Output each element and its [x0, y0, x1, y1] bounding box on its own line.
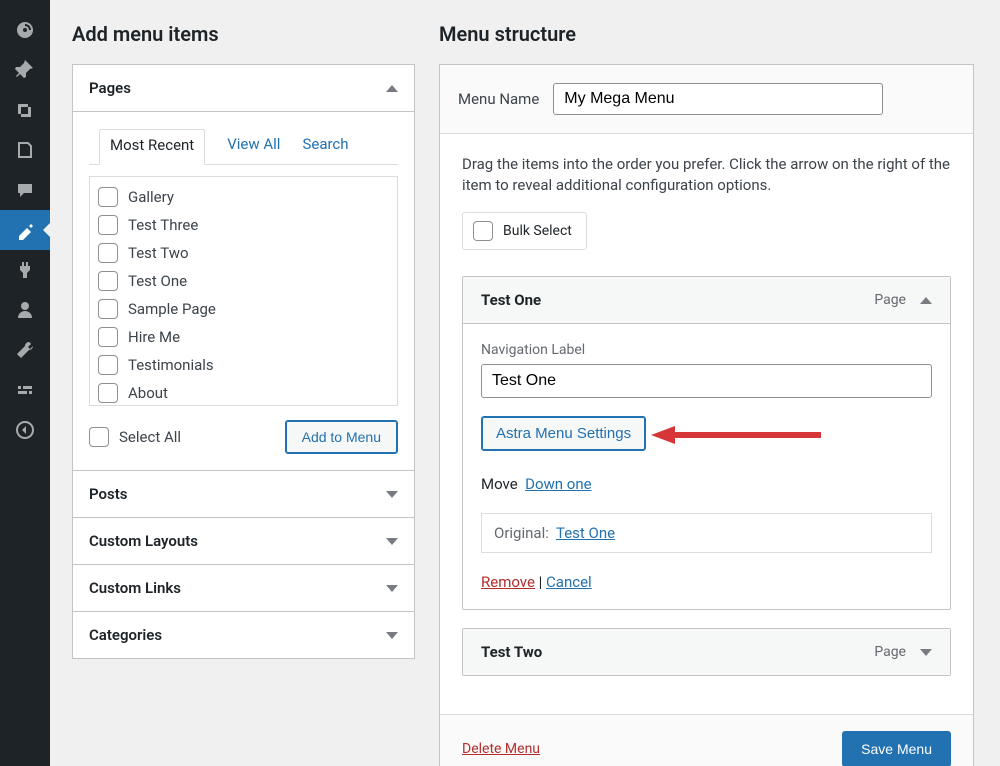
nav-label-input[interactable]: [481, 364, 932, 398]
menu-item-header[interactable]: Test Two Page: [463, 629, 950, 675]
astra-menu-settings-button[interactable]: Astra Menu Settings: [481, 416, 646, 451]
accordion-posts-label: Posts: [89, 485, 127, 503]
checkbox-icon[interactable]: [98, 215, 118, 235]
page-item[interactable]: Testimonials: [92, 351, 393, 379]
page-item[interactable]: Test One: [92, 267, 393, 295]
chevron-down-icon: [386, 538, 398, 545]
checkbox-icon[interactable]: [98, 383, 118, 403]
annotation-arrow-icon: [651, 424, 821, 446]
checkbox-icon[interactable]: [98, 187, 118, 207]
accordion-posts-header[interactable]: Posts: [73, 470, 414, 517]
save-menu-button[interactable]: Save Menu: [842, 731, 951, 766]
menu-item-type: Page: [874, 292, 906, 308]
sidebar-settings-icon[interactable]: [0, 370, 50, 410]
menu-name-input[interactable]: [553, 83, 883, 115]
accordion-custom-layouts-label: Custom Layouts: [89, 532, 198, 550]
sidebar-pages-icon[interactable]: [0, 130, 50, 170]
accordion-pages-header[interactable]: Pages: [73, 65, 414, 111]
chevron-down-icon: [386, 632, 398, 639]
sidebar-plugins-icon[interactable]: [0, 250, 50, 290]
checkbox-icon[interactable]: [98, 355, 118, 375]
checkbox-icon[interactable]: [473, 221, 493, 241]
pages-checklist[interactable]: Gallery Test Three Test Two Test One Sam…: [89, 176, 398, 406]
chevron-down-icon: [920, 649, 932, 656]
sidebar-media-icon[interactable]: [0, 90, 50, 130]
nav-label-caption: Navigation Label: [481, 342, 932, 358]
checkbox-icon[interactable]: [98, 271, 118, 291]
accordion-custom-links-label: Custom Links: [89, 579, 181, 597]
original-link[interactable]: Test One: [556, 524, 615, 542]
original-box: Original: Test One: [481, 513, 932, 553]
menu-structure-heading: Menu structure: [439, 22, 974, 46]
checkbox-icon[interactable]: [98, 299, 118, 319]
menu-hint-text: Drag the items into the order you prefer…: [462, 154, 951, 196]
page-item[interactable]: Test Two: [92, 239, 393, 267]
move-down-link[interactable]: Down one: [525, 475, 591, 493]
menu-item-test-one: Test One Page Navigation Label Astra Men…: [462, 276, 951, 610]
menu-item-test-two: Test Two Page: [462, 628, 951, 676]
sidebar-comments-icon[interactable]: [0, 170, 50, 210]
remove-link[interactable]: Remove: [481, 573, 535, 591]
checkbox-icon[interactable]: [89, 427, 109, 447]
add-menu-items-column: Add menu items Pages Most Recent View Al…: [72, 22, 415, 746]
move-row: Move Down one: [481, 475, 932, 493]
chevron-down-icon: [386, 585, 398, 592]
sidebar-pin-icon[interactable]: [0, 50, 50, 90]
sidebar-dashboard-icon[interactable]: [0, 10, 50, 50]
sidebar-tools-icon[interactable]: [0, 330, 50, 370]
accordion-categories-header[interactable]: Categories: [73, 611, 414, 658]
add-items-heading: Add menu items: [72, 22, 415, 46]
accordion-categories-label: Categories: [89, 626, 162, 644]
page-item[interactable]: Hire Me: [92, 323, 393, 351]
accordion-custom-links-header[interactable]: Custom Links: [73, 564, 414, 611]
select-all-toggle[interactable]: Select All: [89, 427, 181, 447]
page-item[interactable]: Gallery: [92, 183, 393, 211]
menu-name-row: Menu Name: [440, 65, 973, 134]
delete-menu-link[interactable]: Delete Menu: [462, 741, 540, 757]
tab-most-recent[interactable]: Most Recent: [99, 129, 205, 165]
accordion-custom-layouts-header[interactable]: Custom Layouts: [73, 517, 414, 564]
menu-item-header[interactable]: Test One Page: [463, 277, 950, 324]
menu-name-label: Menu Name: [458, 90, 539, 108]
chevron-up-icon: [386, 85, 398, 92]
checkbox-icon[interactable]: [98, 243, 118, 263]
cancel-link[interactable]: Cancel: [546, 573, 592, 591]
chevron-down-icon: [386, 491, 398, 498]
admin-sidebar: [0, 0, 50, 766]
chevron-up-icon: [920, 297, 932, 304]
menu-structure-column: Menu structure Menu Name Drag the items …: [439, 22, 974, 746]
menu-footer-row: Delete Menu Save Menu: [440, 714, 973, 766]
sidebar-users-icon[interactable]: [0, 290, 50, 330]
accordion-pages-body: Most Recent View All Search Gallery Test…: [73, 111, 414, 470]
sidebar-appearance-icon[interactable]: [0, 210, 50, 250]
tab-search[interactable]: Search: [302, 129, 348, 165]
page-item[interactable]: Test Three: [92, 211, 393, 239]
menu-item-title: Test One: [481, 291, 541, 309]
sidebar-collapse-icon[interactable]: [0, 410, 50, 450]
accordion-pages-label: Pages: [89, 79, 131, 97]
bulk-select-toggle[interactable]: Bulk Select: [462, 212, 587, 250]
page-item[interactable]: About: [92, 379, 393, 406]
checkbox-icon[interactable]: [98, 327, 118, 347]
menu-structure-card: Menu Name Drag the items into the order …: [439, 64, 974, 766]
menu-item-type: Page: [874, 644, 906, 660]
pages-tabs: Most Recent View All Search: [89, 128, 398, 165]
page-item[interactable]: Sample Page: [92, 295, 393, 323]
add-to-menu-button[interactable]: Add to Menu: [285, 420, 398, 454]
add-items-accordion: Pages Most Recent View All Search Galler…: [72, 64, 415, 659]
tab-view-all[interactable]: View All: [227, 129, 280, 165]
menu-item-title: Test Two: [481, 643, 542, 661]
